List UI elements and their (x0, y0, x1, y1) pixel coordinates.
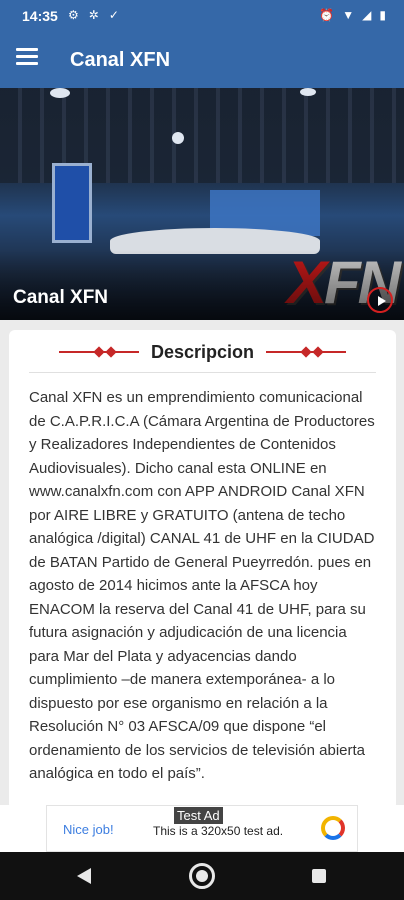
app-title: Canal XFN (70, 49, 171, 71)
back-icon[interactable] (77, 868, 91, 884)
settings-icon: ✲ (88, 8, 99, 22)
home-icon[interactable] (189, 863, 215, 889)
studio-light (172, 132, 184, 144)
status-time: 14:35 (22, 8, 58, 24)
play-button[interactable] (367, 287, 393, 313)
status-system-icons: ⏰ ▼ ◢ ▮ (319, 8, 386, 22)
description-text: Canal XFN es un emprendimiento comunicac… (29, 389, 375, 782)
recents-icon[interactable] (312, 869, 326, 883)
studio-light (50, 88, 70, 98)
play-icon (378, 296, 386, 306)
wifi-icon: ▼ (342, 8, 355, 22)
header-rule (29, 372, 376, 373)
alarm-icon: ⏰ (319, 8, 335, 22)
check-download-icon: ✓ (108, 8, 119, 22)
description-header: Descripcion (9, 330, 396, 374)
hamburger-menu-icon[interactable] (16, 48, 38, 68)
hero-shade (0, 250, 404, 320)
status-notification-icons: ⚙ ✲ ✓ (68, 8, 119, 22)
system-nav-bar (0, 852, 404, 900)
ad-container: Nice job! This is a 320x50 test ad. Test… (0, 805, 404, 852)
studio-screen (52, 163, 92, 243)
settings-sync-icon: ⚙ (68, 8, 79, 22)
status-bar: 14:35 ⚙ ✲ ✓ ⏰ ▼ ◢ ▮ (0, 0, 404, 32)
signal-icon: ◢ (362, 8, 372, 22)
app-bar: Canal XFN (0, 32, 404, 88)
battery-icon: ▮ (379, 8, 386, 22)
ad-text: This is a 320x50 test ad. (153, 824, 284, 838)
admob-logo-icon (321, 816, 345, 840)
channel-hero-image[interactable]: XFN Canal XFN (0, 88, 404, 320)
ad-nice-job[interactable]: Nice job! (63, 822, 114, 837)
hero-title: Canal XFN (13, 287, 109, 308)
right-ornament (266, 346, 346, 358)
test-ad-label: Test Ad (174, 807, 223, 824)
description-card: Descripcion Canal XFN es un emprendimien… (9, 330, 396, 810)
studio-light (300, 88, 316, 96)
